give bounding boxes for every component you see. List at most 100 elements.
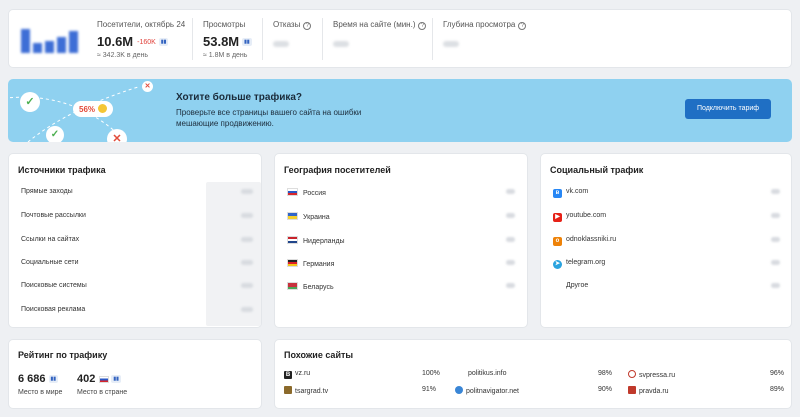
views-per-day: ≈ 1.8M в день <box>203 52 248 59</box>
country-row[interactable]: Беларусь <box>287 282 334 291</box>
geography-card: География посетителей Россия Украина Нид… <box>274 153 528 328</box>
social-row[interactable]: Другое <box>566 282 588 289</box>
list-item: Прямые заходы <box>21 188 73 195</box>
social-row[interactable]: в vk.com <box>553 188 588 198</box>
check-icon: ✓ <box>20 92 40 112</box>
help-icon[interactable]: ? <box>518 22 527 30</box>
site-name: politnavigator.net <box>466 388 519 395</box>
blurred-value <box>506 237 515 242</box>
flag-netherlands-icon <box>287 236 298 244</box>
vk-icon: в <box>553 189 562 198</box>
blurred-value <box>241 283 253 288</box>
help-icon[interactable]: ? <box>418 22 427 30</box>
blurred-value <box>506 189 515 194</box>
tsargrad-favicon-icon <box>284 386 292 394</box>
country-rank: 402 ▮▮ Место в стране <box>77 373 127 396</box>
chart-icon[interactable]: ▮▮ <box>48 375 59 383</box>
views-label: Просмотры <box>203 20 246 29</box>
country-row[interactable]: Германия <box>287 259 334 268</box>
social-name: vk.com <box>566 188 589 195</box>
cross-icon: ✕ <box>142 81 153 92</box>
blurred-value <box>241 260 253 265</box>
country-name: Германия <box>303 261 335 268</box>
stats-card: Посетители, октябрь 24 10.6M -160K ▮▮ ≈ 34… <box>8 9 792 68</box>
blurred-value <box>273 41 289 47</box>
blurred-value <box>771 237 780 242</box>
card-title: Источники трафика <box>18 165 106 175</box>
card-title: Рейтинг по трафику <box>18 350 108 360</box>
country-row[interactable]: Россия <box>287 188 326 197</box>
svpressa-favicon-icon <box>628 370 636 378</box>
site-name: politikus.info <box>468 370 507 377</box>
blurred-value <box>333 41 349 47</box>
country-name: Россия <box>303 190 326 197</box>
flag-ukraine-icon <box>287 212 298 220</box>
promo-banner: ✓ ✓ ✕ ✕ 56% Хотите больше трафика? Прове… <box>8 79 792 142</box>
score-badge: 56% <box>73 101 114 117</box>
similar-site[interactable]: pravda.ru <box>628 386 669 395</box>
social-row[interactable]: ▶ youtube.com <box>553 212 606 222</box>
time-label: Время на сайте (мин.) <box>333 20 416 29</box>
social-name: telegram.org <box>566 259 606 266</box>
site-logo <box>21 27 78 53</box>
country-row[interactable]: Украина <box>287 212 330 221</box>
politnavigator-favicon-icon <box>455 386 463 394</box>
traffic-sources-card: Источники трафика Прямые заходы Почтовые… <box>8 153 262 328</box>
flag-russia-icon <box>287 188 298 196</box>
blurred-value <box>771 213 780 218</box>
similar-site[interactable]: Вvz.ru <box>284 370 310 379</box>
views-stat: Просмотры 53.8M ▮▮ ≈ 1.8M в день <box>203 20 252 59</box>
divider <box>262 18 263 60</box>
cross-icon: ✕ <box>107 129 127 142</box>
depth-stat: Глубина просмотра? <box>443 20 527 49</box>
bounce-label: Отказы <box>273 20 301 29</box>
country-name: Украина <box>303 214 330 221</box>
flag-germany-icon <box>287 259 298 267</box>
similarity-pct: 89% <box>770 386 785 393</box>
visitors-per-day: ≈ 342.3K в день <box>97 52 149 59</box>
depth-label: Глубина просмотра <box>443 20 516 29</box>
similarity-pct: 90% <box>598 386 613 393</box>
similarity-pct: 91% <box>422 386 437 393</box>
help-icon[interactable]: ? <box>303 22 312 30</box>
social-name: youtube.com <box>566 212 607 219</box>
similar-site[interactable]: svpressa.ru <box>628 370 675 379</box>
similar-site[interactable]: tsargrad.tv <box>284 386 328 395</box>
country-rank-value: 402 <box>77 373 96 385</box>
vz-favicon-icon: В <box>284 371 292 379</box>
chart-icon[interactable]: ▮▮ <box>158 38 169 46</box>
chart-icon[interactable]: ▮▮ <box>242 38 252 46</box>
card-title: Социальный трафик <box>550 165 644 175</box>
emoji-icon <box>98 104 108 113</box>
visitors-value: 10.6M <box>97 34 134 49</box>
country-row[interactable]: Нидерланды <box>287 236 345 245</box>
site-name: tsargrad.tv <box>295 388 329 395</box>
blurred-value <box>241 237 253 242</box>
social-row[interactable]: ➤ telegram.org <box>553 259 605 269</box>
blurred-value <box>506 260 515 265</box>
flag-belarus-icon <box>287 282 298 290</box>
list-item: Социальные сети <box>21 259 79 266</box>
blurred-value <box>443 41 459 47</box>
banner-text: Проверьте все страницы вашего сайта на о… <box>176 108 362 128</box>
country-rank-label: Место в стране <box>77 389 128 396</box>
connect-plan-button[interactable]: Подключить тариф <box>685 99 771 119</box>
bounce-stat: Отказы? <box>273 20 312 49</box>
chart-icon[interactable]: ▮▮ <box>111 375 121 383</box>
similarity-pct: 96% <box>770 370 785 377</box>
country-name: Нидерланды <box>303 238 345 245</box>
blurred-value <box>771 283 780 288</box>
country-name: Беларусь <box>303 284 334 291</box>
card-title: Похожие сайты <box>284 350 354 360</box>
blurred-value <box>241 213 253 218</box>
similar-site[interactable]: politnavigator.net <box>455 386 519 395</box>
social-row[interactable]: о odnoklassniki.ru <box>553 236 616 246</box>
similar-site[interactable]: politikus.info <box>468 370 507 377</box>
list-item: Поисковые системы <box>21 282 87 289</box>
similarity-pct: 98% <box>598 370 613 377</box>
list-item: Поисковая реклама <box>21 306 86 313</box>
social-name: Другое <box>566 282 589 289</box>
world-rank: 6 686 ▮▮ Место в мире <box>18 373 62 396</box>
site-name: svpressa.ru <box>639 372 676 379</box>
similarity-pct: 100% <box>422 370 440 377</box>
